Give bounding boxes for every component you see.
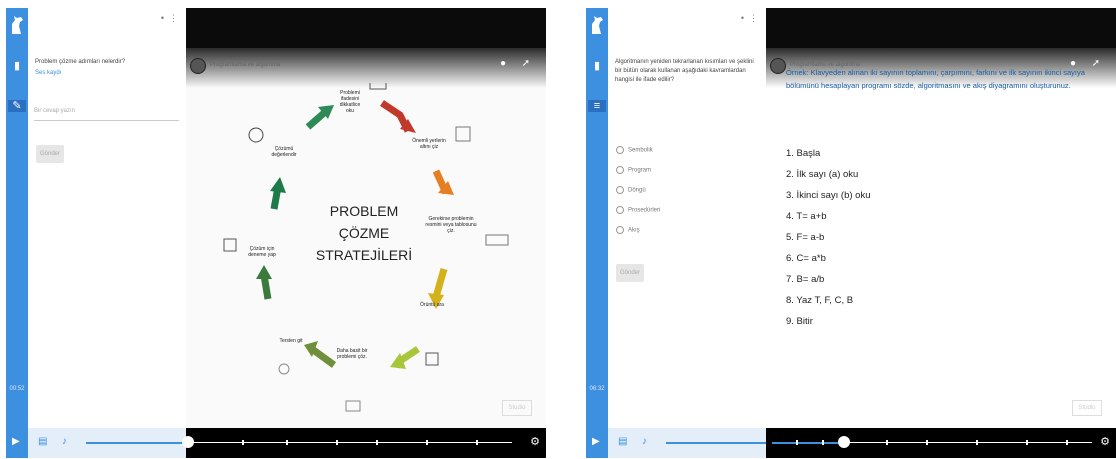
quiz-sidebar: • ⋮ Algoritmanın yeniden tekrarlanan kıs… xyxy=(608,8,767,428)
video-area[interactable]: Programlama ve algoritma ● ➚ Örnek: Klav… xyxy=(766,8,1116,428)
play-icon[interactable]: ▶ xyxy=(592,436,600,447)
list-item: 4. T= a+b xyxy=(786,211,827,222)
algorithm-steps: 1. Başla 2. İlk sayı (a) oku 3. İkinci s… xyxy=(786,148,870,337)
option-4[interactable]: Prosedürleri xyxy=(616,206,660,214)
progress-played xyxy=(86,442,188,444)
watermark: Studio xyxy=(1072,400,1102,416)
more-icon[interactable]: • ⋮ xyxy=(161,13,178,24)
submit-button[interactable]: Gönder xyxy=(616,264,644,282)
share-icon[interactable]: ➚ xyxy=(522,58,530,69)
radio-icon[interactable] xyxy=(616,226,624,234)
channel-avatar xyxy=(190,58,206,74)
question-sidebar: • ⋮ Problem çözme adımları nelerdir? Ses… xyxy=(28,8,187,428)
settings-icon[interactable]: ⚙ xyxy=(1100,435,1110,448)
question-text: Problem çözme adımları nelerdir? xyxy=(35,59,126,65)
radio-icon[interactable] xyxy=(616,206,624,214)
arrow-6 xyxy=(256,265,272,279)
step-2: Önemli yerlerin altını çiz xyxy=(412,138,446,150)
notes-icon[interactable]: ▮ xyxy=(11,60,23,72)
list-item: 6. C= a*b xyxy=(786,253,826,264)
answer-input[interactable]: Bir cevap yazın xyxy=(34,108,179,121)
doodle-check-icon xyxy=(248,127,264,143)
doodle-qr-icon xyxy=(425,352,439,366)
step-5: Daha basit bir problemi çöz. xyxy=(336,348,368,360)
list-icon[interactable]: ≡ xyxy=(588,100,606,112)
right-screen: ▮ ≡ 06:32 • ⋮ Algoritmanın yeniden tekra… xyxy=(586,8,1116,458)
doodle-book-icon xyxy=(345,400,361,412)
right-rail: ▮ ≡ 06:32 xyxy=(586,8,608,458)
step-4: Örüntü ara xyxy=(420,302,444,308)
more-icon[interactable]: • ⋮ xyxy=(741,13,758,24)
submit-button[interactable]: Gönder xyxy=(36,145,64,163)
progress-track[interactable] xyxy=(192,442,512,443)
left-rail: ▮ ✎ 00:52 xyxy=(6,8,28,458)
list-item: 8. Yaz T, F, C, B xyxy=(786,295,854,306)
radio-icon[interactable] xyxy=(616,186,624,194)
list-item: 2. İlk sayı (a) oku xyxy=(786,169,859,180)
step-3: Gerekirse problemin resmini veya tablosu… xyxy=(425,216,477,234)
step-6: Tersten git xyxy=(279,338,303,344)
doodle-hand-icon xyxy=(369,83,387,90)
progress-played xyxy=(666,442,766,444)
option-2[interactable]: Program xyxy=(616,166,651,174)
player-controls: ▶ ▤ ♪ ⚙ xyxy=(6,428,546,458)
radio-icon[interactable] xyxy=(616,166,624,174)
doodle-pencil-icon xyxy=(455,126,471,142)
notes-icon[interactable]: ▮ xyxy=(591,60,603,72)
video-top-band xyxy=(186,8,546,48)
player-controls: ▶ ▤ ♪ ⚙ xyxy=(586,428,1116,458)
step-7: Çözüm için deneme yap xyxy=(248,246,276,258)
captions-icon[interactable]: ▤ xyxy=(38,436,47,447)
settings-icon[interactable]: ⚙ xyxy=(530,435,540,448)
step-8: Çözümü değerlendir xyxy=(271,146,297,158)
left-screen: ▮ ✎ 00:52 • ⋮ Problem çözme adımları nel… xyxy=(6,8,546,458)
list-item: 5. F= a-b xyxy=(786,232,825,243)
play-icon[interactable]: ▶ xyxy=(12,436,20,447)
arrow-7 xyxy=(270,177,286,193)
current-time: 00:52 xyxy=(9,386,25,392)
doodle-dice-icon xyxy=(223,238,237,252)
audio-link[interactable]: Ses kaydı xyxy=(35,70,61,76)
list-item: 7. B= a/b xyxy=(786,274,825,285)
example-text: Örnek: Klavyeden alınan iki sayının topl… xyxy=(786,68,1085,90)
captions-icon[interactable]: ▤ xyxy=(618,436,627,447)
option-3[interactable]: Döngü xyxy=(616,186,646,194)
video-menu-icon[interactable]: ● xyxy=(500,58,506,69)
video-top-band xyxy=(766,8,1116,48)
list-item: 3. İkinci sayı (b) oku xyxy=(786,190,871,201)
quiz-question: Algoritmanın yeniden tekrarlanan kısımla… xyxy=(615,59,754,83)
list-item: 9. Bitir xyxy=(786,316,813,327)
doodle-ruler-icon xyxy=(485,234,509,246)
video-area[interactable]: Programlama ve algoritma ● ➚ PROBLEM ÇÖZ… xyxy=(186,8,546,428)
progress-handle[interactable] xyxy=(838,436,850,448)
radio-icon[interactable] xyxy=(616,146,624,154)
channel-avatar xyxy=(770,58,786,74)
current-time: 06:32 xyxy=(589,386,605,392)
volume-icon[interactable]: ♪ xyxy=(642,436,647,447)
progress-handle[interactable] xyxy=(182,436,194,448)
option-1[interactable]: Sembolik xyxy=(616,146,653,154)
option-5[interactable]: Akış xyxy=(616,226,640,234)
watermark: Studio xyxy=(502,400,532,416)
center-title: PROBLEM ÇÖZME STRATEJİLERİ xyxy=(315,203,413,263)
doodle-undo-icon xyxy=(278,363,290,375)
pencil-icon[interactable]: ✎ xyxy=(8,100,26,112)
list-item: 1. Başla xyxy=(786,148,821,159)
step-1: Problemi ifadesini dikkatlice oku xyxy=(339,90,361,114)
horse-logo-icon xyxy=(592,16,603,34)
volume-icon[interactable]: ♪ xyxy=(62,436,67,447)
channel-name: Programlama ve algoritma xyxy=(210,62,281,68)
horse-logo-icon xyxy=(12,16,23,34)
